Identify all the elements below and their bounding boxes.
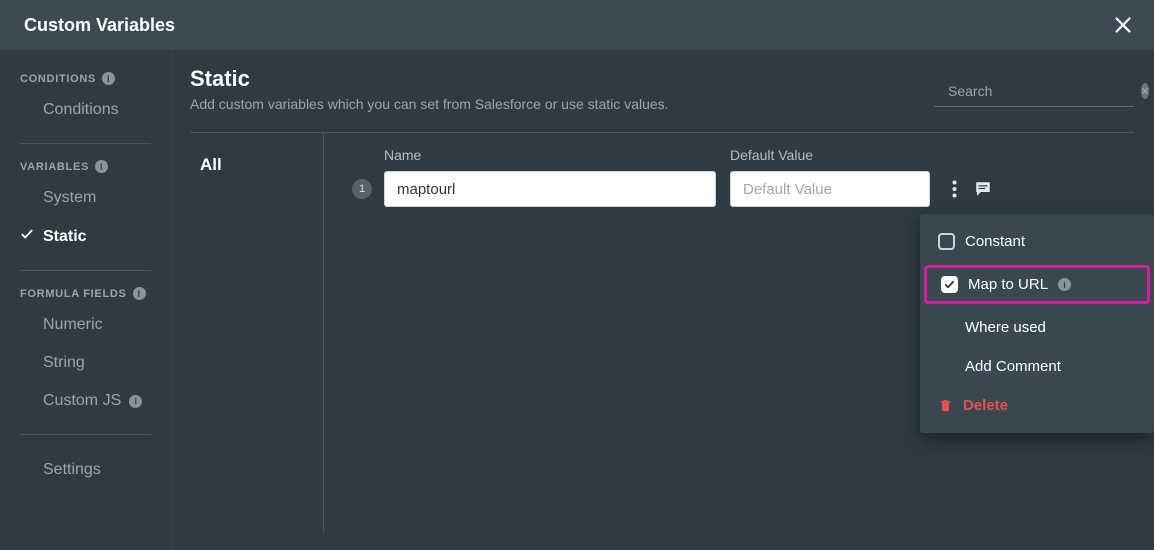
sidebar-item-label: Conditions [43,101,119,119]
trash-icon [938,398,953,413]
checkmark-icon [20,227,35,246]
divider [20,270,151,271]
menu-label: Map to URL [968,276,1048,293]
row-number-badge: 1 [352,179,372,199]
sidebar-item-customjs[interactable]: Custom JS i [0,382,171,420]
sidebar-item-label: String [43,354,85,372]
section-header-variables: VARIABLES i [0,160,171,173]
table-row: 1 [352,171,1134,207]
search-input[interactable] [946,82,1131,100]
sidebar-item-conditions[interactable]: Conditions [0,91,171,129]
sidebar-item-static[interactable]: Static [0,217,171,256]
menu-map-to-url[interactable]: Map to URL i [924,265,1150,304]
section-label: FORMULA FIELDS [20,288,127,300]
menu-add-comment[interactable]: Add Comment [920,347,1154,386]
menu-label: Add Comment [965,358,1061,375]
column-header-default: Default Value [730,147,930,163]
clear-search-icon[interactable] [1141,83,1149,99]
variable-default-input[interactable] [730,171,930,207]
main-panel: Static Add custom variables which you ca… [172,50,1154,550]
menu-label: Delete [963,397,1008,414]
menu-label: Where used [965,319,1046,336]
info-icon[interactable]: i [95,160,108,173]
section-header-formula: FORMULA FIELDS i [0,287,171,300]
info-icon[interactable]: i [129,395,142,408]
more-icon[interactable] [952,180,957,198]
page-title: Static [190,66,669,92]
sidebar-item-label: Custom JS [43,392,121,410]
column-header-name: Name [384,147,716,163]
sidebar-item-system[interactable]: System [0,179,171,217]
search-field[interactable] [934,78,1134,107]
modal-header: Custom Variables [0,0,1154,50]
sidebar-item-label: Settings [43,461,101,479]
menu-label: Constant [965,233,1025,250]
checkbox-checked-icon [941,276,958,293]
divider [20,143,151,144]
checkbox-icon [938,233,955,250]
sidebar-item-string[interactable]: String [0,344,171,382]
sidebar-item-settings[interactable]: Settings [0,451,171,489]
sidebar: CONDITIONS i Conditions VARIABLES i Syst… [0,50,172,550]
filter-column: All [190,133,324,533]
sidebar-item-numeric[interactable]: Numeric [0,306,171,344]
comment-icon[interactable] [973,180,993,198]
context-menu: Constant Map to URL i Where used Add Com… [920,214,1154,433]
close-icon[interactable] [1112,14,1134,36]
info-icon[interactable]: i [133,287,146,300]
section-label: CONDITIONS [20,73,96,85]
info-icon[interactable]: i [102,72,115,85]
page-subtitle: Add custom variables which you can set f… [190,96,669,112]
filter-all[interactable]: All [200,151,323,179]
menu-where-used[interactable]: Where used [920,308,1154,347]
sidebar-item-label: Static [43,228,87,246]
modal-title: Custom Variables [24,15,175,36]
variable-name-input[interactable] [384,171,716,207]
sidebar-item-label: Numeric [43,316,103,334]
section-label: VARIABLES [20,161,89,173]
menu-delete[interactable]: Delete [920,386,1154,425]
sidebar-item-label: System [43,189,96,207]
info-icon[interactable]: i [1058,278,1071,291]
divider [20,434,151,435]
section-header-conditions: CONDITIONS i [0,72,171,85]
menu-constant[interactable]: Constant [920,222,1154,261]
